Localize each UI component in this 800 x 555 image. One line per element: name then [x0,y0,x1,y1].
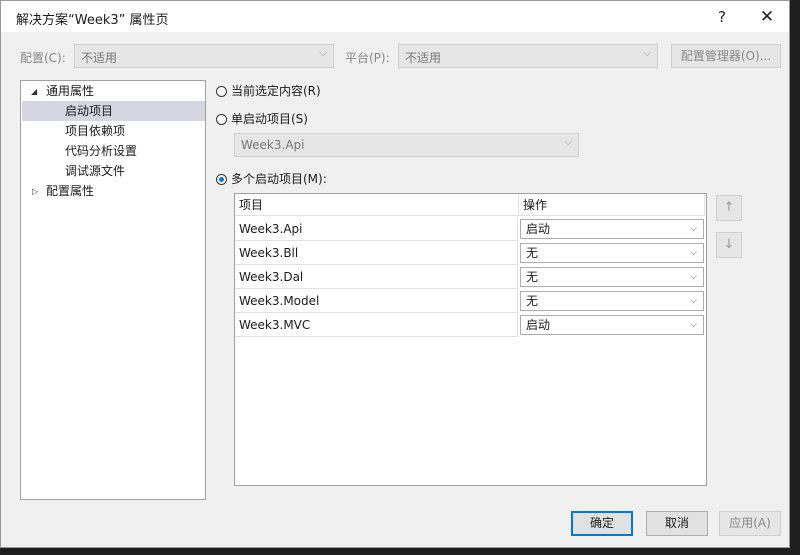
config-select[interactable]: 不适用 ⌵ [74,44,334,68]
action-select-value: 启动 [526,222,551,236]
tree-item-common-properties[interactable]: 通用属性 [46,81,196,101]
radio-current-selection[interactable]: 当前选定内容(R) [216,82,321,100]
close-button[interactable]: ✕ [752,6,782,28]
action-select[interactable]: 无 ⌵ [520,291,704,311]
tree-item-config-properties[interactable]: 配置属性 [46,181,196,201]
radio-multiple-startup[interactable]: 多个启动项目(M): [216,170,327,188]
config-manager-button[interactable]: 配置管理器(O)... [671,44,781,68]
action-select[interactable]: 无 ⌵ [520,267,704,287]
action-select-value: 无 [526,270,539,284]
single-startup-select[interactable]: Week3.Api ⌵ [234,133,579,157]
move-up-button[interactable]: ↑ [716,195,742,221]
action-select[interactable]: 无 ⌵ [520,243,704,263]
apply-button[interactable]: 应用(A) [719,511,781,536]
property-tree: ◢ 通用属性 启动项目 项目依赖项 代码分析设置 调试源文件 ▷ 配置属性 [20,80,206,500]
chevron-down-icon: ⌵ [690,272,697,282]
project-name-cell[interactable]: Week3.Api [235,217,518,241]
platform-select[interactable]: 不适用 ⌵ [398,44,658,68]
radio-icon [216,114,227,125]
config-select-value: 不适用 [81,51,118,65]
project-name-cell[interactable]: Week3.Bll [235,241,518,265]
arrow-up-icon: ↑ [723,200,735,215]
radio-icon [216,86,227,97]
action-select[interactable]: 启动 ⌵ [520,219,704,239]
collapsed-triangle-icon[interactable]: ▷ [32,187,38,196]
action-select[interactable]: 启动 ⌵ [520,315,704,335]
action-select-value: 无 [526,246,539,260]
table-row: Week3.Dal 无 ⌵ [235,265,705,289]
cancel-button[interactable]: 取消 [646,511,708,536]
config-label: 配置(C): [20,51,66,65]
tree-item-debug-source-files[interactable]: 调试源文件 [65,161,195,181]
arrow-down-icon: ↓ [723,237,735,252]
project-name-cell[interactable]: Week3.Model [235,289,518,313]
tree-item-code-analysis[interactable]: 代码分析设置 [65,141,195,161]
project-name-cell[interactable]: Week3.Dal [235,265,518,289]
tree-item-project-dependencies[interactable]: 项目依赖项 [65,121,195,141]
help-button[interactable]: ? [707,6,737,28]
property-pages-dialog: 解决方案“Week3” 属性页 ? ✕ 配置(C): 不适用 ⌵ 平台(P): … [0,0,790,548]
title-bar: 解决方案“Week3” 属性页 ? ✕ [1,1,789,32]
action-select-value: 无 [526,294,539,308]
chevron-down-icon: ⌵ [690,248,697,258]
column-header-project[interactable]: 项目 [235,194,519,216]
radio-selected-icon [216,174,227,185]
chevron-down-icon: ⌵ [643,48,651,59]
startup-projects-grid: 项目 操作 Week3.Api 启动 ⌵ Week3.Bll 无 ⌵ Week3.D… [234,193,707,486]
expanded-triangle-icon[interactable]: ◢ [31,87,37,96]
chevron-down-icon: ⌵ [690,320,697,330]
chevron-down-icon: ⌵ [319,48,327,59]
ok-button[interactable]: 确定 [571,511,633,536]
radio-current-selection-label: 当前选定内容(R) [231,84,321,98]
platform-select-value: 不适用 [405,51,442,65]
chevron-down-icon: ⌵ [690,296,697,306]
action-select-value: 启动 [526,318,551,332]
tree-item-startup-project[interactable]: 启动项目 [22,101,205,121]
radio-single-startup-label: 单启动项目(S) [231,112,308,126]
single-startup-select-value: Week3.Api [241,138,305,152]
radio-single-startup[interactable]: 单启动项目(S) [216,110,308,128]
project-name-cell[interactable]: Week3.MVC [235,313,518,337]
table-row: Week3.Model 无 ⌵ [235,289,705,313]
chevron-down-icon: ⌵ [564,137,572,148]
platform-label: 平台(P): [345,51,390,65]
move-down-button[interactable]: ↓ [716,232,742,258]
radio-multiple-startup-label: 多个启动项目(M): [231,172,327,186]
column-header-action[interactable]: 操作 [519,194,705,216]
chevron-down-icon: ⌵ [690,224,697,234]
table-row: Week3.MVC 启动 ⌵ [235,313,705,337]
window-title: 解决方案“Week3” 属性页 [16,13,169,28]
table-row: Week3.Api 启动 ⌵ [235,217,705,241]
table-row: Week3.Bll 无 ⌵ [235,241,705,265]
